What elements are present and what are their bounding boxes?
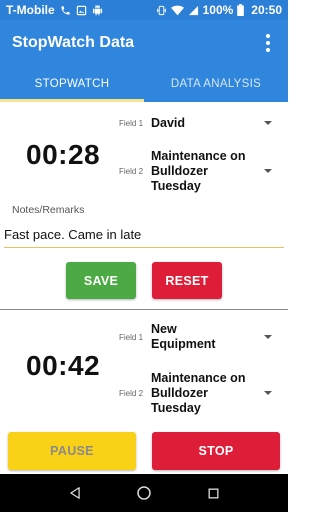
signal-icon [188, 5, 199, 16]
notes-label: Notes/Remarks [12, 204, 85, 216]
wifi-icon [170, 5, 184, 16]
dropdown-arrow-icon[interactable] [264, 169, 272, 173]
field-2-label: Field 2 [119, 389, 144, 398]
field-1-value[interactable]: David [151, 116, 251, 131]
dropdown-arrow-icon[interactable] [264, 121, 272, 125]
recents-icon[interactable] [201, 481, 225, 505]
reset-button[interactable]: RESET [152, 262, 222, 299]
timer-display: 00:42 [26, 350, 101, 381]
phone-icon [60, 5, 71, 16]
tab-data-analysis[interactable]: DATA ANALYSIS [144, 66, 288, 102]
field-2-label: Field 2 [119, 167, 144, 176]
vibrate-icon [156, 5, 167, 16]
dropdown-arrow-icon[interactable] [264, 335, 272, 339]
back-icon[interactable] [63, 481, 87, 505]
notes-input[interactable] [4, 224, 284, 248]
field-1-label: Field 1 [119, 333, 144, 342]
tab-bar: STOPWATCH DATA ANALYSIS [0, 66, 288, 102]
android-debug-icon [92, 4, 103, 16]
battery-level: 100% [202, 3, 234, 17]
field-1-label: Field 1 [119, 119, 144, 128]
clock-time: 20:50 [251, 3, 282, 17]
save-button[interactable]: SAVE [66, 262, 136, 299]
stop-button[interactable]: STOP [152, 432, 280, 470]
image-icon [76, 5, 87, 16]
navigation-bar [0, 474, 288, 512]
app-title: StopWatch Data [12, 34, 135, 51]
tab-stopwatch-label: STOPWATCH [34, 78, 110, 90]
field-2-value[interactable]: Maintenance on Bulldozer Tuesday [151, 149, 251, 194]
app-bar: StopWatch Data [0, 20, 288, 66]
overflow-menu-icon[interactable] [260, 31, 276, 55]
carrier-name: T-Mobile [6, 3, 55, 17]
tab-data-analysis-label: DATA ANALYSIS [170, 78, 262, 90]
status-bar: T-Mobile 100% 20:50 [0, 0, 288, 20]
timer-display: 00:28 [26, 139, 101, 170]
field-1-value[interactable]: New Equipment [151, 322, 241, 352]
tab-stopwatch[interactable]: STOPWATCH [0, 66, 144, 102]
field-2-value[interactable]: Maintenance on Bulldozer Tuesday [151, 371, 251, 416]
pause-button[interactable]: PAUSE [8, 432, 136, 470]
battery-icon [237, 4, 245, 16]
home-icon[interactable] [132, 481, 156, 505]
dropdown-arrow-icon[interactable] [264, 391, 272, 395]
